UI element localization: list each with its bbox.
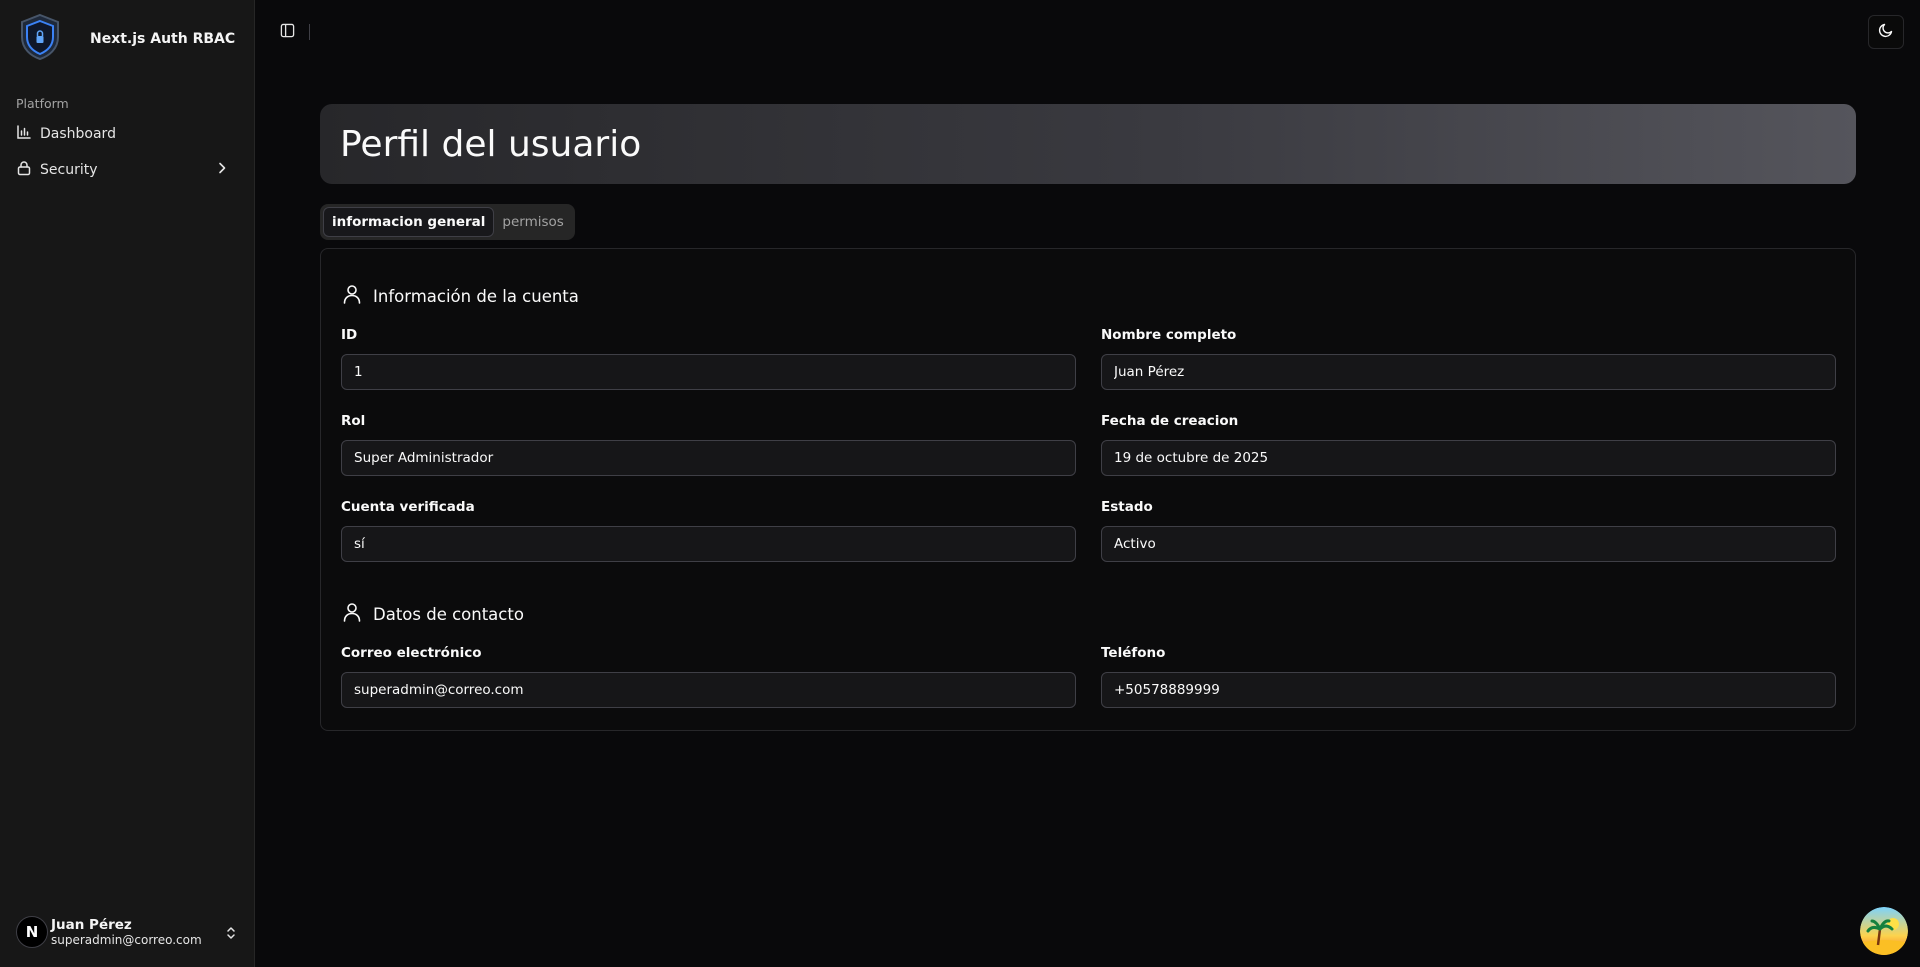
page-header: Perfil del usuario [320, 104, 1856, 184]
field-verified: Cuenta verificada [341, 499, 1076, 562]
full-name-field[interactable] [1101, 354, 1836, 390]
field-created: Fecha de creacion [1101, 413, 1836, 476]
email-field[interactable] [341, 672, 1076, 708]
field-label: Teléfono [1101, 645, 1166, 661]
profile-card: Información de la cuenta ID Nombre compl… [320, 248, 1856, 731]
field-label: Estado [1101, 499, 1153, 515]
user-icon [341, 283, 373, 309]
sidebar-toggle-button[interactable] [275, 20, 299, 44]
field-email: Correo electrónico [341, 645, 1076, 708]
main-content: Perfil del usuario informacion general p… [255, 0, 1920, 967]
sidebar-item-label: Security [40, 162, 98, 178]
field-label: Fecha de creacion [1101, 413, 1239, 429]
id-field[interactable] [341, 354, 1076, 390]
tab-permisos[interactable]: permisos [494, 207, 571, 237]
field-label: Cuenta verificada [341, 499, 475, 515]
role-field[interactable] [341, 440, 1076, 476]
verified-field[interactable] [341, 526, 1076, 562]
chevron-right-icon [214, 160, 238, 180]
field-label: ID [341, 327, 358, 343]
created-date-field[interactable] [1101, 440, 1836, 476]
contact-section-title: Datos de contacto [341, 601, 524, 627]
topbar [255, 0, 1920, 64]
user-icon [341, 601, 373, 627]
sidebar-item-label: Dashboard [40, 126, 116, 142]
sidebar-item-security[interactable]: Security [8, 153, 246, 187]
shield-logo-icon [18, 13, 62, 65]
field-status: Estado [1101, 499, 1836, 562]
beach-palm-icon [1860, 907, 1908, 955]
theme-toggle-button[interactable] [1868, 15, 1904, 49]
avatar: N [16, 916, 48, 948]
phone-field[interactable] [1101, 672, 1836, 708]
field-label: Nombre completo [1101, 327, 1237, 343]
field-label: Rol [341, 413, 366, 429]
lock-icon [16, 160, 40, 180]
field-label: Correo electrónico [341, 645, 482, 661]
status-field[interactable] [1101, 526, 1836, 562]
panel-left-icon [280, 23, 295, 42]
divider [309, 24, 310, 40]
user-info: Juan Pérez superadmin@correo.com [51, 917, 202, 948]
bar-chart-icon [16, 124, 40, 144]
field-id: ID [341, 327, 1076, 390]
page-title: Perfil del usuario [340, 123, 642, 165]
user-menu[interactable]: N Juan Pérez superadmin@correo.com [8, 907, 246, 957]
tab-informacion-general[interactable]: informacion general [323, 207, 495, 237]
account-section-title: Información de la cuenta [341, 283, 579, 309]
chevrons-up-down-icon [224, 925, 238, 939]
field-full-name: Nombre completo [1101, 327, 1836, 390]
floating-assistant-button[interactable] [1860, 907, 1908, 955]
tab-list: informacion general permisos [320, 204, 575, 240]
app-root: Next.js Auth RBAC Platform Dashboard Sec… [0, 0, 1920, 967]
sidebar-item-dashboard[interactable]: Dashboard [8, 117, 246, 151]
section-title-text: Datos de contacto [373, 604, 524, 624]
field-phone: Teléfono [1101, 645, 1836, 708]
app-name: Next.js Auth RBAC [90, 31, 236, 47]
nav-group-label: Platform [16, 96, 69, 111]
user-email: superadmin@correo.com [51, 932, 202, 947]
brand[interactable]: Next.js Auth RBAC [0, 0, 254, 78]
moon-icon [1878, 22, 1894, 42]
section-title-text: Información de la cuenta [373, 286, 579, 306]
field-role: Rol [341, 413, 1076, 476]
user-name: Juan Pérez [51, 916, 132, 933]
sidebar: Next.js Auth RBAC Platform Dashboard Sec… [0, 0, 255, 967]
